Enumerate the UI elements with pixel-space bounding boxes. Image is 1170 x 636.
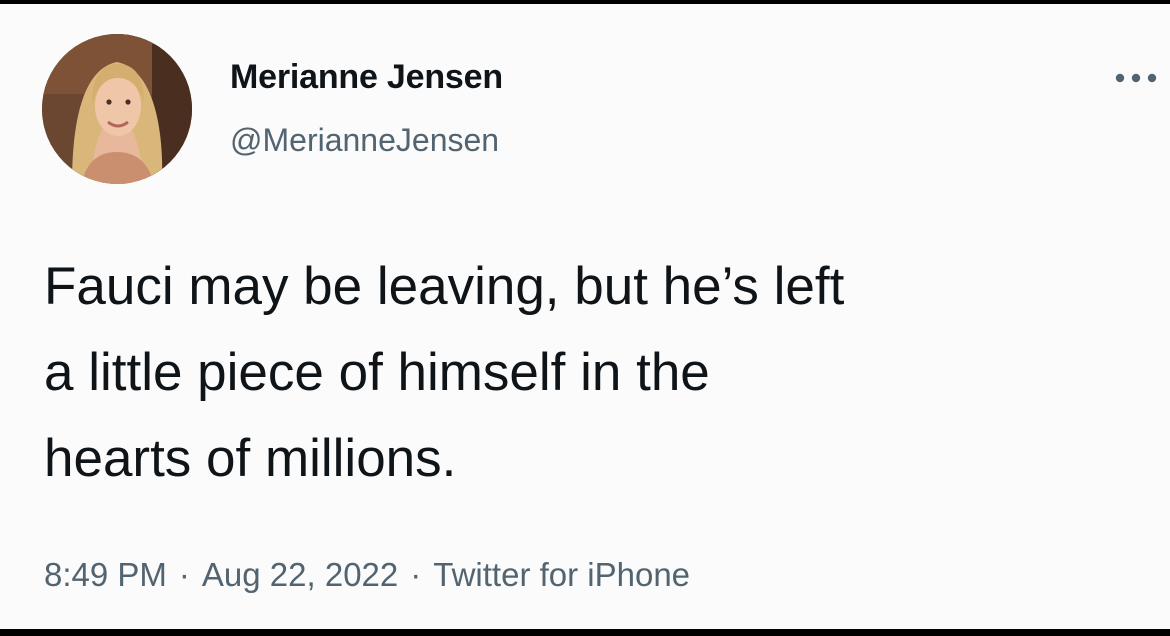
meta-separator: · [410, 556, 422, 593]
meta-separator: · [178, 556, 190, 593]
tweet-text-line: a little piece of himself in the [44, 343, 710, 402]
display-name[interactable]: Merianne Jensen [230, 58, 503, 97]
more-options-icon[interactable] [1112, 62, 1162, 92]
tweet-text: Fauci may be leaving, but he’s left a li… [44, 244, 1144, 502]
tweet-meta: 8:49 PM · Aug 22, 2022 · Twitter for iPhone [44, 556, 690, 594]
tweet-time[interactable]: 8:49 PM [44, 556, 167, 593]
tweet-text-line: hearts of millions. [44, 429, 457, 488]
avatar-image [42, 34, 192, 184]
tweet-date[interactable]: Aug 22, 2022 [202, 556, 398, 593]
tweet-card: Merianne Jensen @MerianneJensen Fauci ma… [0, 4, 1170, 629]
tweet-source[interactable]: Twitter for iPhone [433, 556, 690, 593]
avatar[interactable] [42, 34, 192, 184]
user-handle[interactable]: @MerianneJensen [230, 122, 499, 159]
tweet-text-line: Fauci may be leaving, but he’s left [44, 257, 845, 316]
